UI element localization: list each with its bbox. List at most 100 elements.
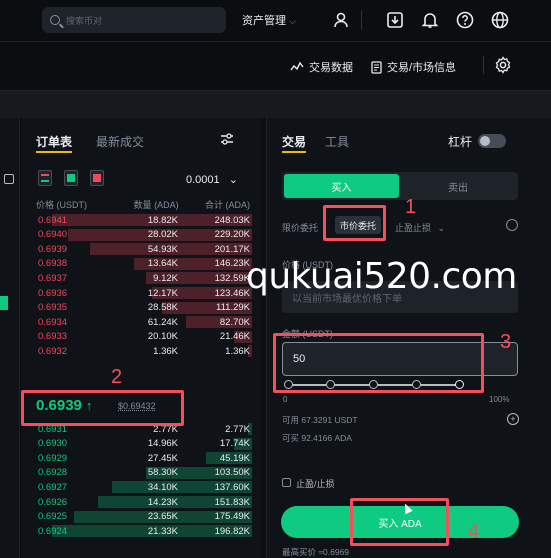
orderbook-row[interactable]: 0.6936 12.17K 123.46K	[30, 286, 252, 300]
user-icon[interactable]	[332, 11, 350, 29]
row-price: 0.6925	[38, 511, 68, 523]
sliders-icon[interactable]	[220, 132, 234, 146]
row-qty: 54.93K	[147, 243, 178, 255]
precision-value: 0.0001	[186, 174, 220, 186]
orderbook-row[interactable]: 0.6938 13.64K 146.23K	[30, 257, 252, 271]
sell-tab[interactable]: 卖出	[400, 174, 516, 198]
order-type-limit[interactable]: 限价委托	[282, 221, 318, 234]
globe-icon[interactable]	[491, 11, 509, 29]
view-asks-button[interactable]	[90, 170, 104, 186]
row-qty: 28.02K	[147, 229, 178, 241]
market-list-edge	[0, 118, 20, 558]
row-qty: 20.10K	[147, 331, 178, 343]
expand-icon[interactable]	[4, 174, 14, 184]
orderbook-row[interactable]: 0.6927 34.10K 137.60K	[30, 480, 252, 494]
orderbook-row[interactable]: 0.6937 9.12K 132.59K	[30, 271, 252, 285]
annotation-label-2: 2	[111, 366, 123, 388]
tab-trade[interactable]: 交易	[282, 133, 306, 150]
row-price: 0.6934	[38, 316, 68, 328]
row-qty: 14.96K	[147, 438, 178, 450]
row-qty: 18.82K	[147, 214, 178, 226]
col-price: 价格 (USDT)	[36, 200, 87, 210]
row-qty: 1.36K	[153, 345, 178, 357]
trading-info-label: 交易/市场信息	[387, 62, 457, 74]
search-input[interactable]: 搜索币对	[42, 7, 226, 33]
orderbook-row[interactable]: 0.6941 18.82K 248.03K	[30, 213, 252, 227]
annotation-box-4	[350, 498, 449, 546]
annotation-box-1	[323, 205, 386, 241]
trading-data-link[interactable]: 交易数据	[290, 59, 353, 75]
info-icon[interactable]	[506, 219, 518, 231]
col-qty: 数量 (ADA)	[133, 200, 179, 210]
orderbook-row[interactable]: 0.6932 1.36K 1.36K	[30, 344, 252, 358]
gear-icon[interactable]	[494, 56, 512, 74]
tab-orderbook[interactable]: 订单表	[36, 133, 72, 150]
row-qty: 34.10K	[147, 481, 178, 493]
row-price: 0.6939	[38, 243, 68, 255]
orderbook-row[interactable]: 0.6935 28.58K 111.29K	[30, 301, 252, 315]
chevron-down-icon: ⌄	[437, 223, 446, 233]
chart-strip	[0, 90, 551, 118]
active-tab-indicator	[282, 151, 306, 153]
assets-menu[interactable]: 资产管理 ⌵	[242, 12, 296, 28]
orderbook-row[interactable]: 0.6925 23.65K 175.49K	[30, 510, 252, 524]
precision-select[interactable]: 0.0001 ⌄	[186, 173, 238, 186]
orderbook-row[interactable]: 0.6926 14.23K 151.83K	[30, 495, 252, 509]
chevron-down-icon: ⌵	[289, 16, 296, 26]
view-bids-button[interactable]	[64, 170, 78, 186]
bell-icon[interactable]	[421, 11, 439, 29]
help-icon[interactable]	[456, 11, 474, 29]
orderbook-row[interactable]: 0.6933 20.10K 21.46K	[30, 330, 252, 344]
trading-info-link[interactable]: 交易/市场信息	[371, 59, 456, 75]
slider-max-label: 100%	[489, 395, 510, 404]
annotation-label-3: 3	[500, 331, 512, 353]
view-both-button[interactable]	[38, 170, 52, 186]
chart-line-icon	[290, 61, 304, 71]
add-funds-icon[interactable]: +	[507, 413, 519, 425]
row-price: 0.6938	[38, 258, 68, 270]
row-total: 137.60K	[214, 481, 250, 493]
orderbook-row[interactable]: 0.6939 54.93K 201.17K	[30, 242, 252, 256]
row-qty: 61.24K	[147, 316, 178, 328]
row-price: 0.6929	[38, 452, 68, 464]
row-total: 196.82K	[214, 525, 250, 537]
orderbook-row[interactable]: 0.6940 28.02K 229.20K	[30, 228, 252, 242]
order-type-stop-label: 止盈止损	[395, 223, 432, 233]
orderbook-row[interactable]: 0.6924 21.33K 196.82K	[30, 524, 252, 538]
row-price: 0.6937	[38, 272, 68, 284]
row-qty: 21.33K	[147, 525, 178, 537]
row-total: 151.83K	[214, 496, 250, 508]
download-icon[interactable]	[386, 11, 404, 29]
buy-tab[interactable]: 买入	[284, 174, 399, 198]
watermark: qukuai520.com	[246, 256, 517, 297]
row-qty: 14.23K	[147, 496, 178, 508]
assets-menu-label: 资产管理	[242, 15, 286, 27]
row-total: 2.77K	[225, 423, 250, 435]
row-qty: 58.30K	[147, 467, 178, 479]
order-type-stop[interactable]: 止盈止损 ⌄	[395, 221, 445, 234]
orderbook-row[interactable]: 0.6934 61.24K 82.70K	[30, 315, 252, 329]
annotation-box-3	[273, 333, 484, 393]
trading-data-label: 交易数据	[309, 62, 353, 74]
row-total: 201.17K	[214, 243, 250, 255]
row-qty: 12.17K	[147, 287, 178, 299]
annotation-label-1: 1	[405, 196, 417, 218]
row-price: 0.6932	[38, 345, 68, 357]
row-price: 0.6933	[38, 331, 68, 343]
row-price: 0.6928	[38, 467, 68, 479]
row-total: 146.23K	[214, 258, 250, 270]
row-total: 1.36K	[225, 345, 250, 357]
tpsl-checkbox[interactable]	[282, 478, 291, 487]
tab-recent-trades[interactable]: 最新成交	[96, 133, 144, 150]
search-placeholder: 搜索币对	[66, 15, 103, 26]
orderbook-row[interactable]: 0.6929 27.45K 45.19K	[30, 451, 252, 465]
row-total: 111.29K	[216, 302, 250, 314]
row-qty: 9.12K	[153, 272, 178, 284]
row-price: 0.6935	[38, 302, 68, 314]
row-price: 0.6926	[38, 496, 68, 508]
row-total: 132.59K	[214, 272, 250, 284]
tab-tools[interactable]: 工具	[325, 133, 349, 150]
orderbook-row[interactable]: 0.6928 58.30K 103.50K	[30, 466, 252, 480]
orderbook-row[interactable]: 0.6930 14.96K 17.74K	[30, 437, 252, 451]
leverage-toggle[interactable]	[478, 134, 506, 148]
